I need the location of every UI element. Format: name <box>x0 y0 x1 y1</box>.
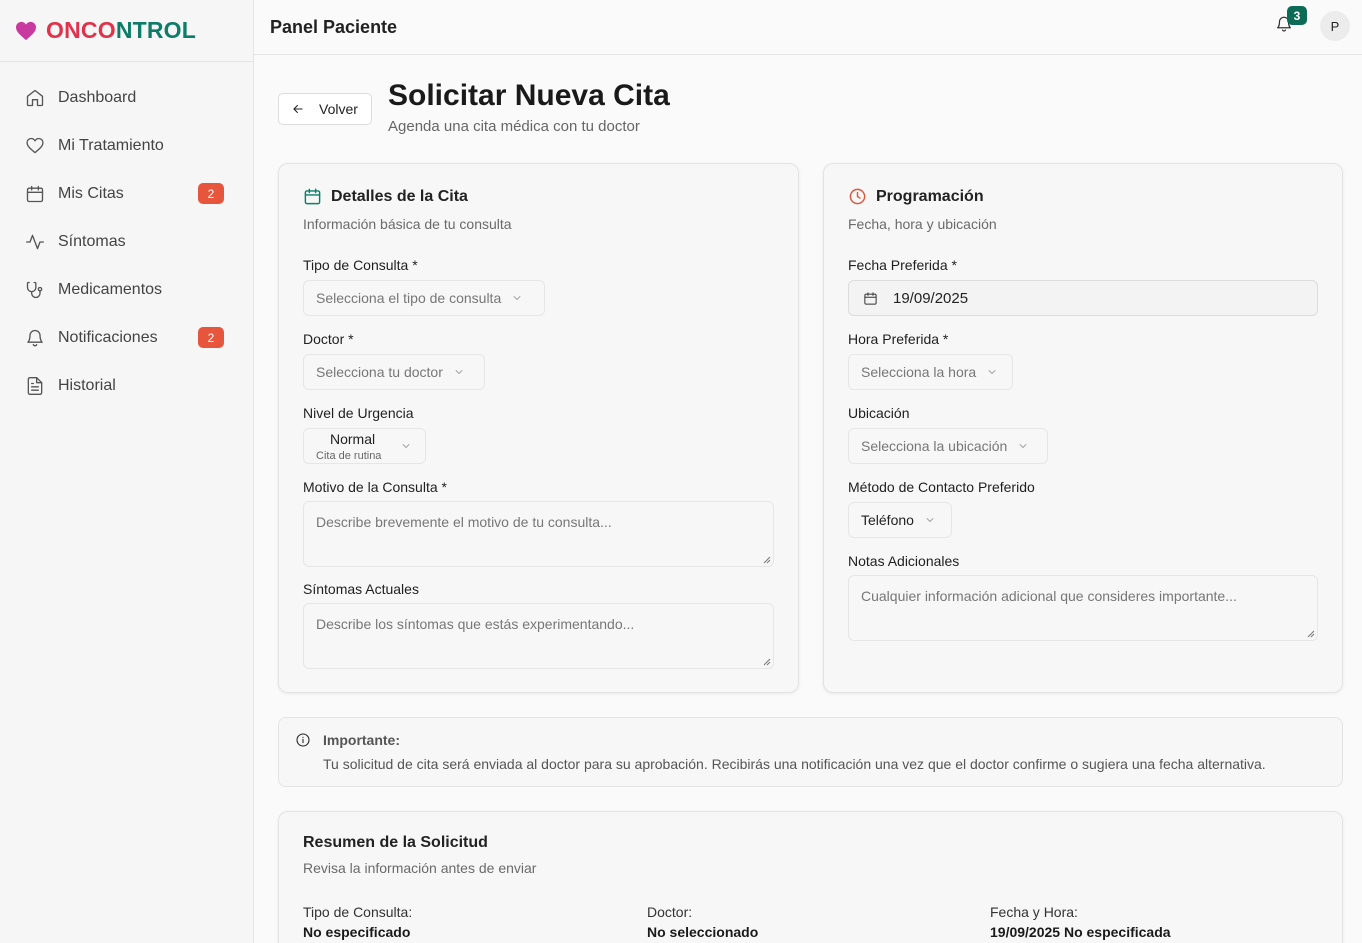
notifications-count-badge: 3 <box>1287 6 1307 25</box>
chevron-down-icon <box>402 444 410 448</box>
sidebar-item-label: Notificaciones <box>58 329 158 346</box>
schedule-card-title: Programación <box>848 187 984 206</box>
sidebar-item-mis-citas[interactable]: Mis Citas 2 <box>0 170 253 218</box>
summary-title: Resumen de la Solicitud <box>303 834 488 851</box>
arrow-left-icon <box>293 104 303 114</box>
details-title-text: Detalles de la Cita <box>331 187 468 205</box>
motivo-textarea[interactable]: Describe brevemente el motivo de tu cons… <box>303 501 774 567</box>
summary-tipo-value: No especificado <box>303 924 411 940</box>
motivo-label: Motivo de la Consulta * <box>303 479 447 495</box>
doctor-select[interactable]: Selecciona tu doctor <box>303 354 485 390</box>
notas-textarea[interactable]: Cualquier información adicional que cons… <box>848 575 1318 641</box>
sintomas-placeholder: Describe los síntomas que estás experime… <box>316 616 635 632</box>
summary-doctor-value: No seleccionado <box>647 924 759 940</box>
citas-count-badge: 2 <box>198 183 224 204</box>
calendar-icon <box>304 188 321 205</box>
page-title: Solicitar Nueva Cita <box>388 79 670 112</box>
activity-icon <box>26 234 44 250</box>
app-name: ONCONTROL <box>46 17 197 43</box>
hora-select[interactable]: Selecciona la hora <box>848 354 1013 390</box>
fecha-input[interactable]: 19/09/2025 <box>848 280 1318 316</box>
top-bar: Panel Paciente 3 P <box>254 0 1362 55</box>
sidebar-item-label: Medicamentos <box>58 281 163 298</box>
sidebar-item-notificaciones[interactable]: Notificaciones 2 <box>0 314 253 362</box>
schedule-card-subtitle: Fecha, hora y ubicación <box>848 216 997 232</box>
summary-fecha-label: Fecha y Hora: <box>990 904 1078 920</box>
panel-title: Panel Paciente <box>270 16 398 37</box>
notas-placeholder: Cualquier información adicional que cons… <box>861 588 1237 604</box>
ubicacion-placeholder: Selecciona la ubicación <box>861 438 1008 454</box>
app-logo[interactable]: ONCONTROL <box>0 0 253 62</box>
hora-label: Hora Preferida * <box>848 331 949 347</box>
resize-grip-icon[interactable] <box>763 658 771 666</box>
summary-doctor-label: Doctor: <box>647 904 693 920</box>
info-icon <box>296 733 310 747</box>
back-button[interactable]: Volver <box>278 93 372 125</box>
sidebar-item-sintomas[interactable]: Síntomas <box>0 218 253 266</box>
chevron-down-icon <box>513 296 521 300</box>
notice-title: Importante: <box>323 732 400 748</box>
sidebar-item-label: Mis Citas <box>58 185 124 202</box>
sidebar-nav: Dashboard Mi Tratamiento Mis Citas 2 Sín… <box>0 62 253 410</box>
resize-grip-icon[interactable] <box>1307 630 1315 638</box>
details-card-title: Detalles de la Cita <box>303 187 468 206</box>
sidebar-item-label: Historial <box>58 377 116 394</box>
chevron-down-icon <box>1019 444 1027 448</box>
hora-placeholder: Selecciona la hora <box>861 364 977 380</box>
summary-fecha-value: 19/09/2025 No especificada <box>990 924 1171 940</box>
chevron-down-icon <box>455 370 463 374</box>
sidebar-item-label: Mi Tratamiento <box>58 137 164 154</box>
fecha-value: 19/09/2025 <box>893 289 969 307</box>
heart-logo-icon <box>16 21 36 40</box>
stethoscope-icon <box>26 281 43 299</box>
sidebar-item-dashboard[interactable]: Dashboard <box>0 74 253 122</box>
notificaciones-count-badge: 2 <box>198 327 224 348</box>
details-card-subtitle: Información básica de tu consulta <box>303 216 512 232</box>
important-notice <box>278 717 1343 787</box>
clock-icon <box>849 188 866 205</box>
tipo-consulta-placeholder: Selecciona el tipo de consulta <box>316 290 502 306</box>
notas-label: Notas Adicionales <box>848 553 960 569</box>
heart-icon <box>26 137 44 154</box>
sidebar: ONCONTROL Dashboard Mi Tratamiento Mis C… <box>0 0 254 943</box>
resize-grip-icon[interactable] <box>763 556 771 564</box>
bell-icon <box>27 329 43 347</box>
user-avatar[interactable]: P <box>1320 11 1350 41</box>
chevron-down-icon <box>988 370 996 374</box>
summary-tipo-label: Tipo de Consulta: <box>303 904 413 920</box>
sintomas-label: Síntomas Actuales <box>303 581 419 597</box>
home-icon <box>26 89 44 107</box>
ubicacion-label: Ubicación <box>848 405 910 421</box>
fecha-label: Fecha Preferida * <box>848 257 957 273</box>
calendar-icon <box>26 185 44 203</box>
doctor-placeholder: Selecciona tu doctor <box>316 364 443 380</box>
sintomas-textarea[interactable]: Describe los síntomas que estás experime… <box>303 603 774 669</box>
notice-text: Tu solicitud de cita será enviada al doc… <box>323 756 1266 772</box>
schedule-title-text: Programación <box>876 187 984 205</box>
doctor-label: Doctor * <box>303 331 354 347</box>
contacto-label: Método de Contacto Preferido <box>848 479 1035 495</box>
urgencia-value: Normal <box>330 431 376 447</box>
urgencia-description: Cita de rutina <box>316 450 382 462</box>
sidebar-item-medicamentos[interactable]: Medicamentos <box>0 266 253 314</box>
sidebar-item-historial[interactable]: Historial <box>0 362 253 410</box>
summary-subtitle: Revisa la información antes de enviar <box>303 860 537 876</box>
calendar-icon <box>864 291 877 305</box>
back-button-label: Volver <box>319 101 358 117</box>
motivo-placeholder: Describe brevemente el motivo de tu cons… <box>316 514 612 530</box>
urgencia-label: Nivel de Urgencia <box>303 405 414 421</box>
page-subtitle: Agenda una cita médica con tu doctor <box>388 118 640 135</box>
ubicacion-select[interactable]: Selecciona la ubicación <box>848 428 1048 464</box>
tipo-consulta-select[interactable]: Selecciona el tipo de consulta <box>303 280 545 316</box>
tipo-consulta-label: Tipo de Consulta * <box>303 257 418 273</box>
urgencia-select[interactable]: Normal Cita de rutina <box>303 428 426 464</box>
sidebar-item-label: Síntomas <box>58 233 126 250</box>
contacto-value: Teléfono <box>861 512 914 528</box>
sidebar-item-label: Dashboard <box>58 89 137 106</box>
file-text-icon <box>27 377 43 395</box>
summary-card <box>278 811 1343 943</box>
contacto-select[interactable]: Teléfono <box>848 502 952 538</box>
sidebar-item-mi-tratamiento[interactable]: Mi Tratamiento <box>0 122 253 170</box>
chevron-down-icon <box>926 518 934 522</box>
